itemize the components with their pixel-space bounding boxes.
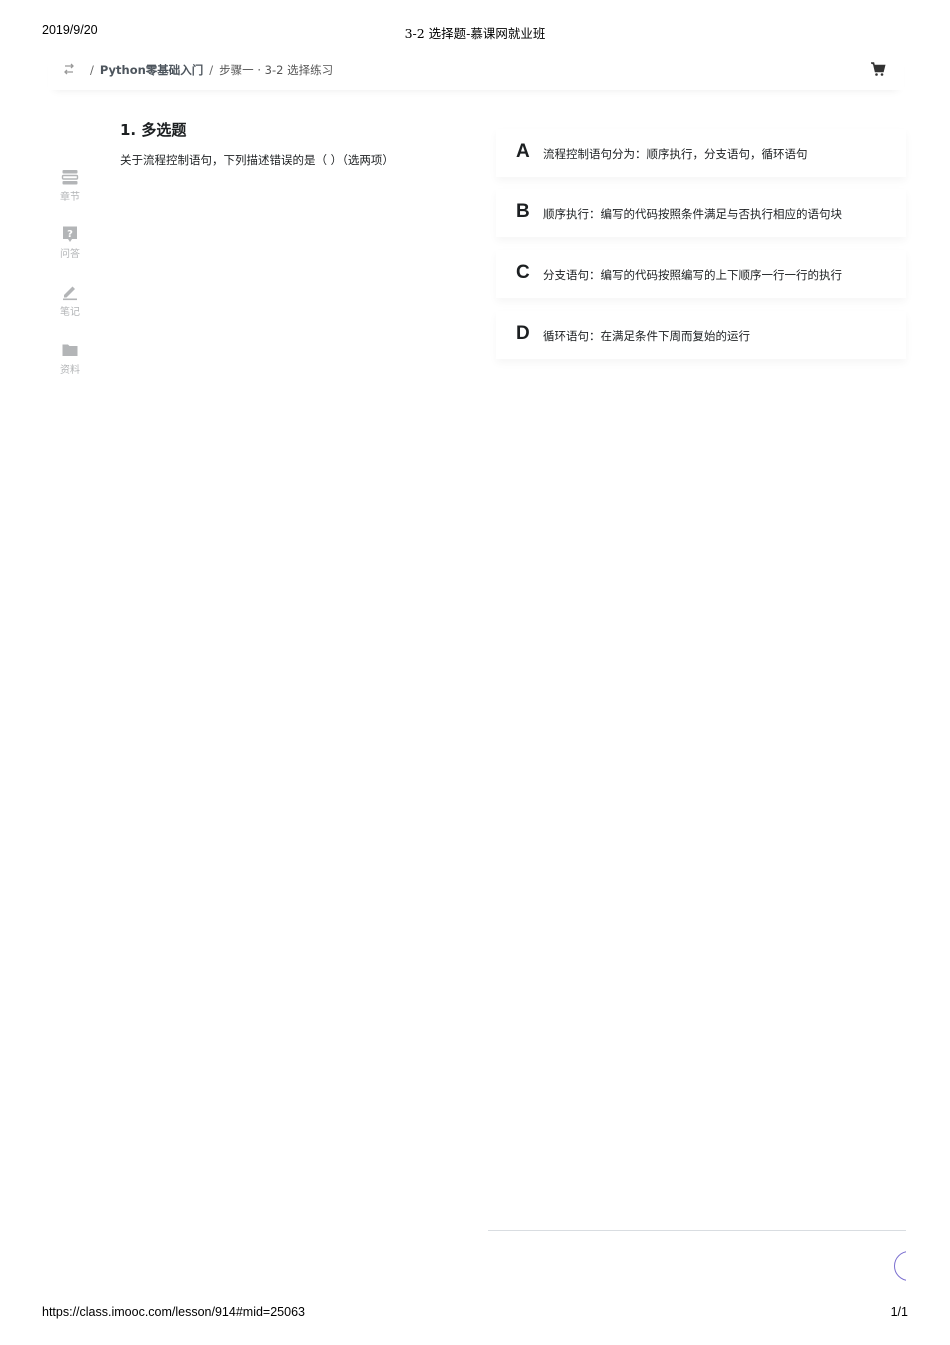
breadcrumb-current-lesson: 步骤一 · 3-2 选择练习 — [219, 63, 334, 77]
breadcrumb-separator: / — [209, 63, 214, 77]
sidebar-item-materials[interactable]: 资料 — [48, 341, 92, 376]
chapter-icon — [61, 170, 79, 185]
sidebar-item-notes[interactable]: 笔记 — [48, 283, 92, 318]
option-text: 循环语句：在满足条件下周而复始的运行 — [543, 329, 750, 343]
sidebar-item-label: 问答 — [60, 249, 80, 260]
page-edge-mask — [906, 1240, 950, 1290]
option-text: 分支语句：编写的代码按照编写的上下顺序一行一行的执行 — [543, 268, 842, 282]
question-text: 关于流程控制语句，下列描述错误的是（ ）（选两项） — [120, 153, 394, 167]
folder-icon — [62, 344, 78, 356]
sidebar-item-chapters[interactable]: 章节 — [48, 168, 92, 203]
top-bar: / Python零基础入门 / 步骤一 · 3-2 选择练习 — [48, 52, 904, 90]
breadcrumb: / Python零基础入门 / 步骤一 · 3-2 选择练习 — [84, 62, 333, 78]
print-url: https://class.imooc.com/lesson/914#mid=2… — [42, 1305, 305, 1319]
note-pen-icon — [63, 286, 77, 301]
option-letter: A — [516, 141, 530, 162]
option-letter: D — [516, 323, 530, 344]
back-arrows-icon[interactable] — [62, 61, 76, 75]
option-text: 顺序执行：编写的代码按照条件满足与否执行相应的语句块 — [543, 207, 842, 221]
breadcrumb-separator: / — [90, 63, 94, 77]
option-letter: B — [516, 201, 530, 222]
print-page-title: 3-2 选择题-慕课网就业班 — [404, 26, 546, 41]
option-a[interactable]: A 流程控制语句分为：顺序执行，分支语句，循环语句 — [496, 129, 906, 177]
option-b[interactable]: B 顺序执行：编写的代码按照条件满足与否执行相应的语句块 — [496, 189, 906, 237]
print-page-number: 1/1 — [890, 1305, 908, 1319]
sidebar-item-label: 章节 — [60, 192, 80, 203]
question-title: 1. 多选题 — [120, 121, 187, 139]
option-text: 流程控制语句分为：顺序执行，分支语句，循环语句 — [543, 147, 808, 161]
option-d[interactable]: D 循环语句：在满足条件下周而复始的运行 — [496, 311, 906, 359]
cart-icon[interactable] — [870, 61, 886, 77]
sidebar-item-label: 笔记 — [60, 307, 80, 318]
bottom-divider — [488, 1230, 906, 1231]
option-letter: C — [516, 262, 530, 283]
svg-text:?: ? — [67, 229, 73, 240]
print-header: 2019/9/20 3-2 选择题-慕课网就业班 — [42, 23, 908, 41]
sidebar-item-label: 资料 — [60, 365, 80, 376]
breadcrumb-course-link[interactable]: Python零基础入门 — [100, 63, 203, 77]
sidebar-item-qa[interactable]: ? 问答 — [48, 225, 92, 260]
print-footer: https://class.imooc.com/lesson/914#mid=2… — [42, 1305, 908, 1321]
question-icon: ? — [63, 226, 77, 242]
option-c[interactable]: C 分支语句：编写的代码按照编写的上下顺序一行一行的执行 — [496, 250, 906, 298]
